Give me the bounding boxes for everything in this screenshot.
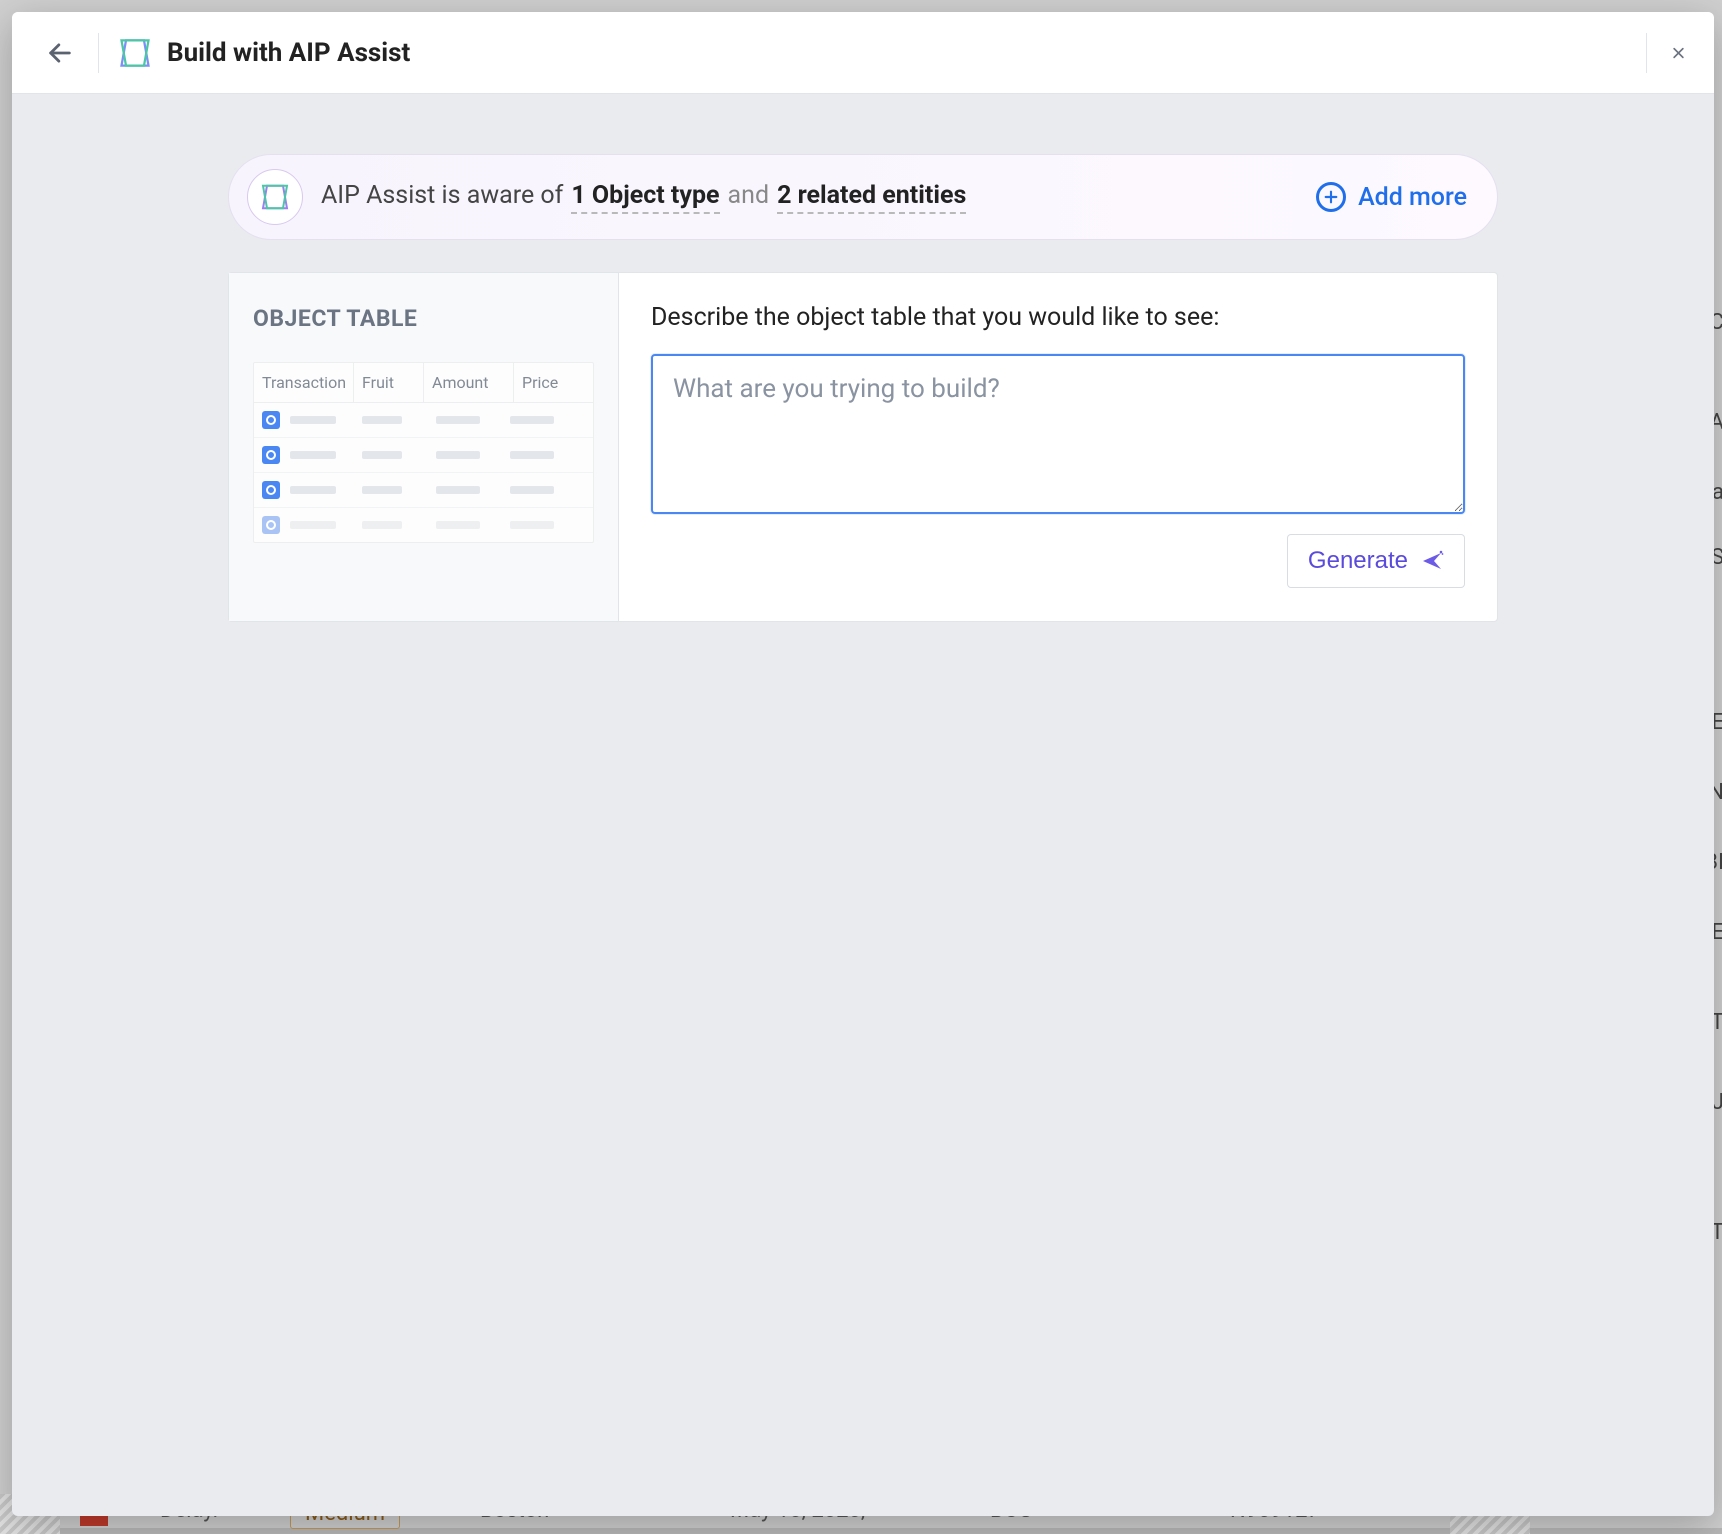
awareness-logo: [247, 169, 303, 225]
aip-logo-icon: [117, 35, 153, 71]
build-modal: Build with AIP Assist AIP Assist is awar…: [12, 12, 1714, 1516]
mini-th: Amount: [424, 363, 514, 402]
placeholder-bar: [362, 416, 402, 424]
row-icon: [262, 411, 280, 429]
mini-table-row: [254, 473, 593, 508]
row-icon: [262, 481, 280, 499]
arrow-left-icon: [46, 39, 74, 67]
row-icon: [262, 446, 280, 464]
placeholder-bar: [436, 451, 480, 459]
generate-row: Generate: [651, 534, 1465, 588]
mini-table-preview: Transaction Fruit Amount Price: [253, 362, 594, 543]
placeholder-bar: [290, 486, 336, 494]
awareness-and: and: [728, 181, 770, 210]
close-button[interactable]: [1646, 33, 1686, 73]
placeholder-bar: [436, 416, 480, 424]
mini-table-header: Transaction Fruit Amount Price: [254, 363, 593, 403]
object-type-link[interactable]: 1 Object type: [571, 181, 719, 214]
prompt-textarea[interactable]: [651, 354, 1465, 514]
modal-header: Build with AIP Assist: [12, 12, 1714, 94]
back-button[interactable]: [40, 33, 80, 73]
generate-button[interactable]: Generate: [1287, 534, 1465, 588]
placeholder-bar: [362, 451, 402, 459]
mini-table-row: [254, 508, 593, 542]
add-more-label: Add more: [1358, 183, 1467, 212]
mini-th: Price: [514, 363, 593, 402]
close-icon: [1671, 40, 1686, 66]
awareness-text: AIP Assist is aware of 1 Object type and…: [321, 181, 966, 214]
modal-title: Build with AIP Assist: [167, 38, 410, 68]
awareness-banner: AIP Assist is aware of 1 Object type and…: [228, 154, 1498, 240]
placeholder-bar: [290, 451, 336, 459]
placeholder-bar: [362, 521, 402, 529]
mini-th: Transaction: [254, 363, 354, 402]
panels-container: OBJECT TABLE Transaction Fruit Amount Pr…: [228, 272, 1498, 622]
send-icon: [1420, 549, 1444, 573]
placeholder-bar: [510, 521, 554, 529]
placeholder-bar: [436, 521, 480, 529]
plus-circle-icon: [1316, 182, 1346, 212]
aip-logo-icon: [259, 181, 291, 213]
placeholder-bar: [436, 486, 480, 494]
placeholder-bar: [510, 416, 554, 424]
header-logo-group: Build with AIP Assist: [117, 35, 410, 71]
related-entities-link[interactable]: 2 related entities: [777, 181, 966, 214]
modal-body: AIP Assist is aware of 1 Object type and…: [12, 94, 1714, 1516]
mini-th: Fruit: [354, 363, 424, 402]
prompt-panel: Describe the object table that you would…: [619, 273, 1497, 621]
placeholder-bar: [290, 521, 336, 529]
add-more-button[interactable]: Add more: [1316, 182, 1467, 212]
divider: [98, 33, 99, 73]
placeholder-bar: [362, 486, 402, 494]
awareness-prefix: AIP Assist is aware of: [321, 181, 563, 210]
object-table-title: OBJECT TABLE: [253, 305, 594, 332]
placeholder-bar: [510, 451, 554, 459]
generate-label: Generate: [1308, 547, 1408, 575]
prompt-label: Describe the object table that you would…: [651, 303, 1465, 332]
mini-table-row: [254, 403, 593, 438]
placeholder-bar: [290, 416, 336, 424]
mini-table-row: [254, 438, 593, 473]
object-table-preview-panel: OBJECT TABLE Transaction Fruit Amount Pr…: [229, 273, 619, 621]
row-icon: [262, 516, 280, 534]
placeholder-bar: [510, 486, 554, 494]
